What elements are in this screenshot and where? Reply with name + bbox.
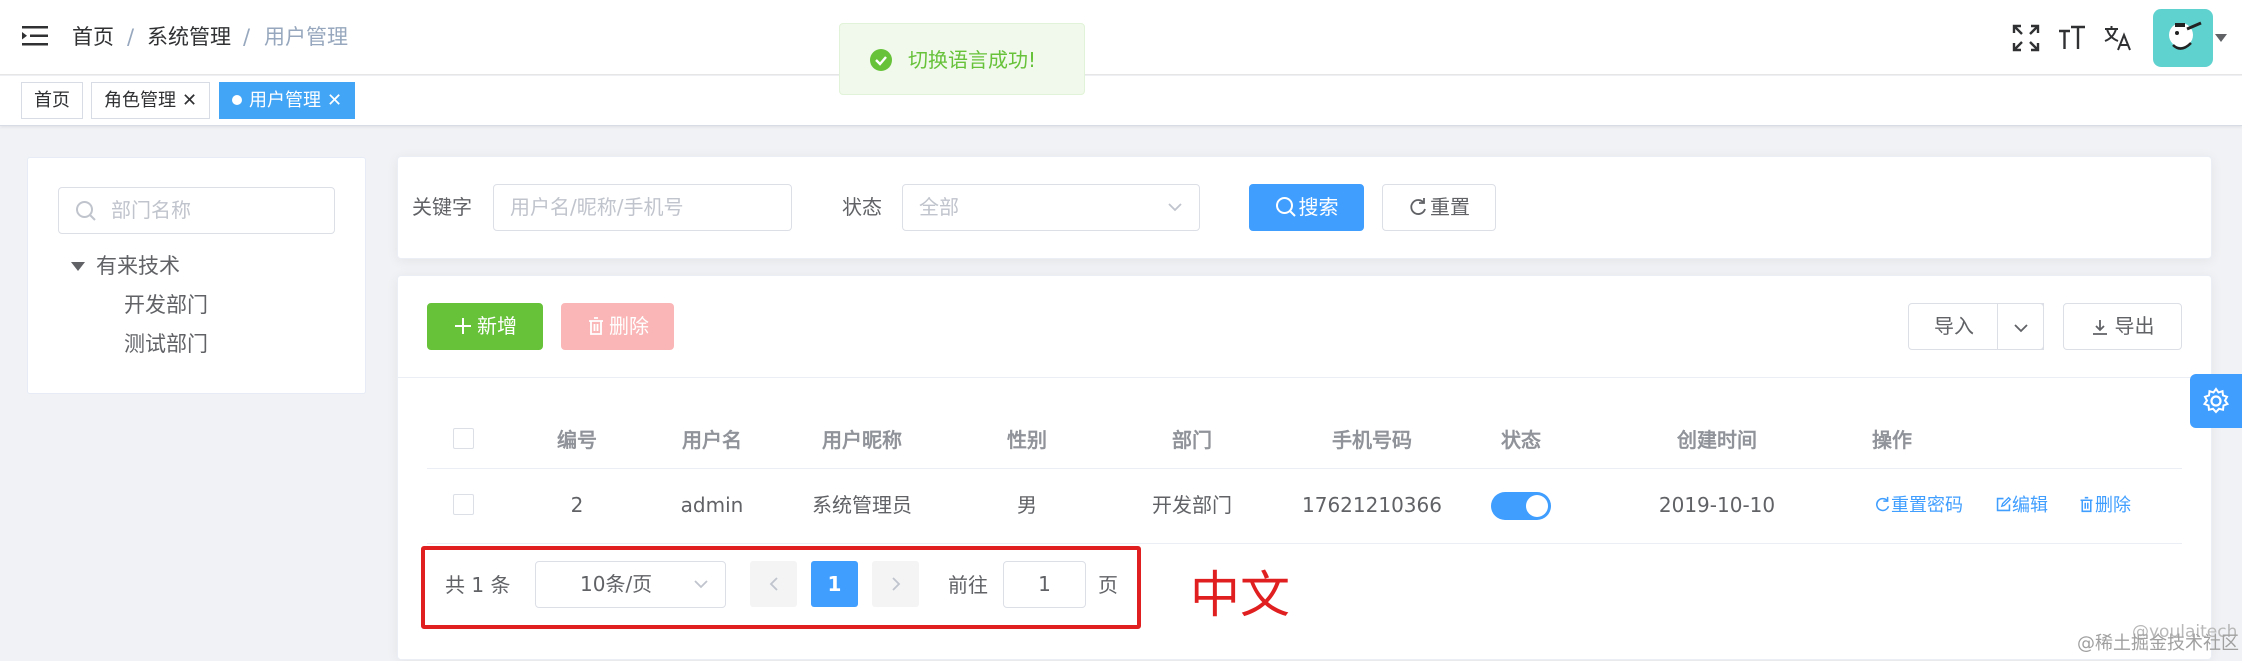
reset-button[interactable]: 重置	[1382, 184, 1496, 231]
table-row-divider	[427, 543, 2182, 544]
cell-created: 2019-10-10	[1658, 493, 1776, 517]
delete-row-link[interactable]: 删除	[2078, 494, 2131, 518]
export-button-label: 导出	[2114, 314, 2155, 338]
import-button-label: 导入	[1934, 314, 1974, 338]
search-icon	[1275, 197, 1296, 217]
tag-home[interactable]: 首页	[21, 82, 83, 119]
switch-knob	[1526, 495, 1548, 517]
add-button-label: 新增	[477, 314, 517, 338]
cell-nickname: 系统管理员	[812, 493, 912, 517]
status-select[interactable]: 全部	[902, 184, 1200, 231]
reset-password-link[interactable]: 重置密码	[1874, 494, 1963, 518]
add-button[interactable]: 新增	[427, 303, 543, 350]
gear-icon	[2202, 387, 2230, 414]
caret-down-icon[interactable]	[71, 262, 85, 271]
col-header-dept[interactable]: 部门	[1112, 427, 1272, 453]
breadcrumb-separator: /	[127, 25, 135, 49]
col-header-ops: 操作	[1872, 428, 1912, 452]
close-icon[interactable]: ✕	[182, 90, 197, 111]
message-text: 切换语言成功!	[908, 48, 1037, 72]
avatar[interactable]	[2153, 9, 2213, 67]
col-header-id[interactable]: 编号	[527, 427, 627, 453]
refresh-icon	[1410, 198, 1426, 215]
search-button-label: 搜索	[1298, 195, 1339, 219]
export-button[interactable]: 导出	[2063, 303, 2182, 350]
plus-icon	[455, 318, 471, 334]
status-placeholder: 全部	[919, 195, 959, 219]
keyword-input[interactable]: 用户名/昵称/手机号	[493, 184, 792, 231]
col-header-username[interactable]: 用户名	[662, 427, 762, 453]
trash-icon	[589, 317, 603, 335]
table-header-divider	[427, 468, 2182, 469]
chevron-down-icon	[1168, 203, 1182, 212]
toolbar-divider	[398, 377, 2211, 378]
col-header-created[interactable]: 创建时间	[1617, 427, 1817, 453]
reset-button-label: 重置	[1430, 195, 1470, 219]
settings-button[interactable]	[2190, 374, 2242, 428]
dept-search-input[interactable]: 部门名称	[58, 187, 335, 234]
col-header-status[interactable]: 状态	[1471, 427, 1571, 453]
breadcrumb-current: 用户管理	[264, 25, 348, 49]
check-circle-icon	[870, 49, 892, 71]
fullscreen-icon[interactable]	[2011, 23, 2041, 53]
tag-role-management[interactable]: 角色管理 ✕	[91, 82, 211, 119]
annotation-text: 中文	[1190, 566, 1290, 624]
success-message: 切换语言成功!	[839, 23, 1085, 95]
active-dot-icon	[232, 95, 242, 105]
status-switch[interactable]	[1491, 492, 1551, 520]
cell-username: admin	[680, 493, 744, 517]
delete-row-label: 删除	[2095, 495, 2131, 516]
edit-icon	[1996, 496, 2012, 512]
breadcrumb-home[interactable]: 首页	[72, 24, 114, 50]
dept-search-placeholder: 部门名称	[111, 198, 191, 222]
cell-id: 2	[570, 493, 584, 517]
edit-label: 编辑	[2012, 495, 2048, 516]
hamburger-icon[interactable]	[22, 25, 48, 47]
breadcrumb-system[interactable]: 系统管理	[147, 24, 231, 50]
col-header-mobile[interactable]: 手机号码	[1292, 427, 1452, 453]
import-dropdown-button[interactable]	[1997, 303, 2044, 350]
search-icon	[76, 201, 96, 221]
keyword-placeholder: 用户名/昵称/手机号	[510, 195, 684, 219]
delete-button[interactable]: 删除	[561, 303, 674, 350]
tag-label: 角色管理	[104, 90, 176, 111]
edit-link[interactable]: 编辑	[1995, 494, 2048, 518]
trash-icon	[2080, 496, 2093, 513]
status-label: 状态	[842, 195, 882, 219]
row-checkbox[interactable]	[453, 494, 474, 515]
tag-label: 用户管理	[249, 90, 321, 111]
tag-label: 首页	[34, 90, 70, 111]
tree-node-test[interactable]: 测试部门	[124, 331, 208, 357]
tree-node-dev[interactable]: 开发部门	[124, 292, 208, 318]
font-size-icon[interactable]	[2057, 23, 2087, 53]
cell-dept: 开发部门	[1152, 493, 1232, 517]
avatar-dropdown-icon[interactable]	[2215, 34, 2227, 42]
delete-button-label: 删除	[609, 314, 649, 338]
chevron-down-icon	[2013, 324, 2028, 333]
refresh-icon	[1876, 496, 1890, 512]
close-icon[interactable]: ✕	[327, 90, 342, 111]
annotation-highlight-box	[421, 546, 1141, 629]
search-button[interactable]: 搜索	[1249, 184, 1364, 231]
cell-gender: 男	[1017, 493, 1037, 517]
tag-user-management[interactable]: 用户管理 ✕	[219, 82, 356, 119]
cell-mobile: 17621210366	[1302, 493, 1442, 517]
keyword-label: 关键字	[412, 195, 472, 219]
breadcrumb-separator: /	[243, 25, 251, 49]
watermark-line2: @稀土掘金技术社区	[2077, 633, 2239, 654]
download-icon	[2092, 320, 2107, 335]
reset-password-label: 重置密码	[1891, 495, 1963, 516]
select-all-checkbox[interactable]	[453, 428, 474, 449]
avatar-figure-icon	[2169, 21, 2202, 50]
col-header-nickname[interactable]: 用户昵称	[782, 427, 942, 453]
col-header-gender[interactable]: 性别	[977, 427, 1077, 453]
translate-icon[interactable]	[2103, 23, 2133, 53]
tree-node-root[interactable]: 有来技术	[96, 253, 180, 279]
